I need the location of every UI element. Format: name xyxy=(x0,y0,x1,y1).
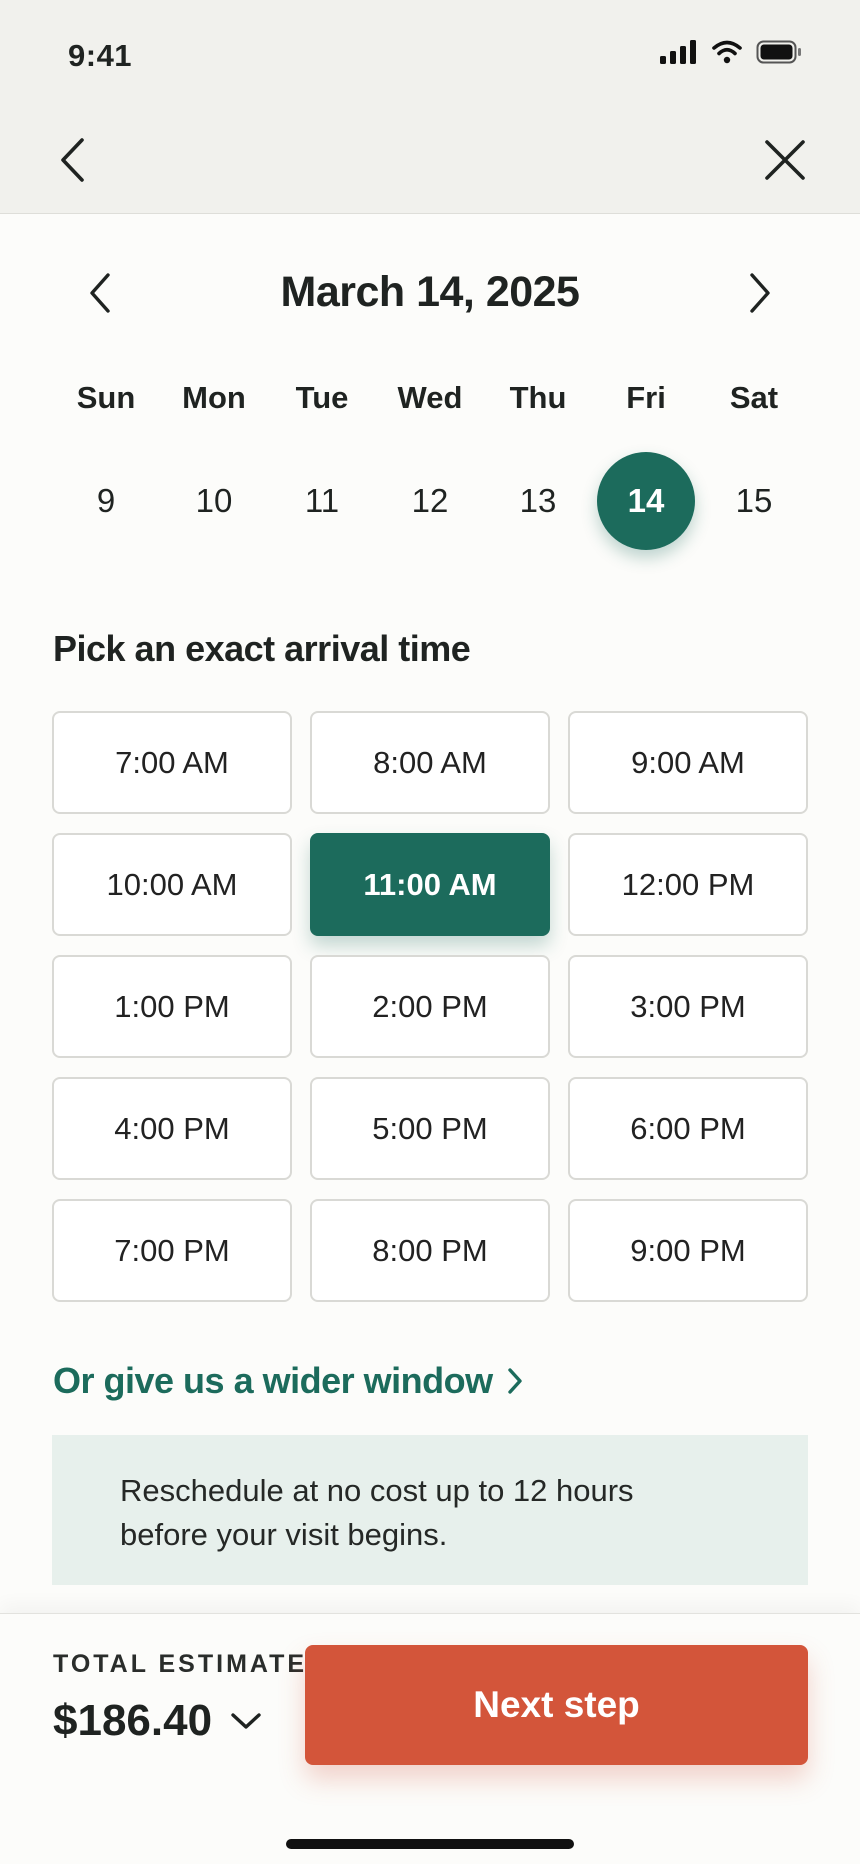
day-option-selected[interactable]: 14 xyxy=(592,452,700,550)
time-slot[interactable]: 1:00 PM xyxy=(52,955,292,1058)
next-week-button[interactable] xyxy=(738,268,782,318)
next-step-button[interactable]: Next step xyxy=(305,1645,808,1765)
chevron-left-icon xyxy=(61,138,84,182)
day-picker: 9 10 11 12 13 14 15 xyxy=(52,452,808,550)
day-option[interactable]: 15 xyxy=(700,452,808,550)
top-bar: 9:41 xyxy=(0,0,860,214)
month-title: March 14, 2025 xyxy=(280,268,580,316)
weekday-label: Wed xyxy=(397,380,463,415)
day-option[interactable]: 9 xyxy=(52,452,160,550)
arrival-time-title: Pick an exact arrival time xyxy=(53,628,471,669)
time-slot[interactable]: 12:00 PM xyxy=(568,833,808,936)
time-slot[interactable]: 8:00 PM xyxy=(310,1199,550,1302)
chevron-down-icon xyxy=(231,1713,261,1729)
time-slot[interactable]: 5:00 PM xyxy=(310,1077,550,1180)
time-slot[interactable]: 3:00 PM xyxy=(568,955,808,1058)
time-slot-selected[interactable]: 11:00 AM xyxy=(310,833,550,936)
status-time: 9:41 xyxy=(68,38,133,73)
time-slot[interactable]: 10:00 AM xyxy=(52,833,292,936)
weekday-label: Fri xyxy=(626,380,666,415)
total-estimate-label: TOTAL ESTIMATE xyxy=(53,1650,308,1678)
time-slot[interactable]: 4:00 PM xyxy=(52,1077,292,1180)
time-slot[interactable]: 8:00 AM xyxy=(310,711,550,814)
weekday-label: Sun xyxy=(76,380,136,415)
day-option[interactable]: 13 xyxy=(484,452,592,550)
wifi-icon xyxy=(712,40,742,69)
back-button[interactable] xyxy=(50,132,94,188)
close-button[interactable] xyxy=(760,135,810,185)
time-slot[interactable]: 6:00 PM xyxy=(568,1077,808,1180)
checkout-bar: TOTAL ESTIMATE $186.40 Next step xyxy=(0,1613,860,1864)
total-estimate-toggle[interactable]: $186.40 xyxy=(53,1696,262,1746)
weekday-label: Thu xyxy=(509,380,567,415)
wider-window-label: Or give us a wider window xyxy=(53,1360,493,1401)
close-icon xyxy=(765,140,805,180)
reschedule-notice-text: Reschedule at no cost up to 12 hours bef… xyxy=(120,1473,634,1552)
weekday-label: Mon xyxy=(182,380,246,415)
chevron-right-icon xyxy=(750,273,770,313)
status-icons xyxy=(660,40,802,69)
home-indicator xyxy=(286,1839,574,1849)
time-slot[interactable]: 7:00 AM xyxy=(52,711,292,814)
weekday-label: Tue xyxy=(295,380,349,415)
signal-icon xyxy=(660,40,698,69)
time-slot-grid: 7:00 AM 8:00 AM 9:00 AM 10:00 AM 11:00 A… xyxy=(52,711,808,1302)
previous-week-button[interactable] xyxy=(78,268,122,318)
booking-screen: 9:41 March 14, 2025 Sun Mon Tue Wed Thu … xyxy=(0,0,860,1864)
day-option[interactable]: 11 xyxy=(268,452,376,550)
chevron-left-icon xyxy=(90,273,110,313)
battery-icon xyxy=(756,40,802,69)
weekday-header: Sun Mon Tue Wed Thu Fri Sat xyxy=(52,380,808,416)
time-slot[interactable]: 9:00 AM xyxy=(568,711,808,814)
time-slot[interactable]: 7:00 PM xyxy=(52,1199,292,1302)
day-option[interactable]: 10 xyxy=(160,452,268,550)
day-option[interactable]: 12 xyxy=(376,452,484,550)
time-slot[interactable]: 2:00 PM xyxy=(310,955,550,1058)
reschedule-notice: Reschedule at no cost up to 12 hours bef… xyxy=(52,1435,808,1585)
total-estimate-value: $186.40 xyxy=(53,1696,213,1745)
chevron-right-icon xyxy=(507,1368,522,1394)
wider-window-link[interactable]: Or give us a wider window xyxy=(53,1360,523,1402)
time-slot[interactable]: 9:00 PM xyxy=(568,1199,808,1302)
weekday-label: Sat xyxy=(729,380,779,415)
